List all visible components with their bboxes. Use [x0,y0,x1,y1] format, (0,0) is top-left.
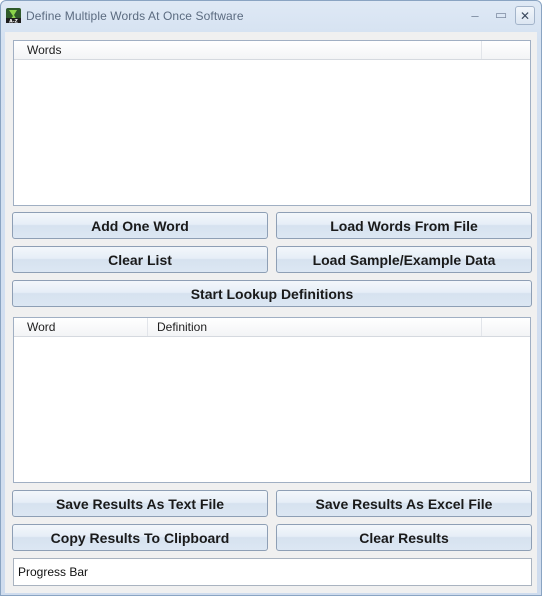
results-list[interactable]: Word Definition [13,317,531,483]
maximize-button[interactable]: ▭ [490,5,512,25]
progress-bar-label: Progress Bar [18,565,89,579]
column-header-words[interactable]: Words [14,41,482,59]
app-window: A-Z Define Multiple Words At Once Softwa… [0,0,542,596]
add-one-word-button[interactable]: Add One Word [12,212,268,239]
minimize-icon: – [471,7,479,23]
results-list-header: Word Definition [14,318,530,337]
minimize-button[interactable]: – [464,5,486,25]
title-bar[interactable]: A-Z Define Multiple Words At Once Softwa… [1,1,541,32]
words-list[interactable]: Words [13,40,531,206]
load-words-from-file-button[interactable]: Load Words From File [276,212,532,239]
clear-list-button[interactable]: Clear List [12,246,268,273]
clear-results-button[interactable]: Clear Results [276,524,532,551]
client-area: Words Add One Word Load Words From File … [5,32,537,593]
words-list-header: Words [14,41,530,60]
close-button[interactable]: ✕ [515,6,535,25]
window-title: Define Multiple Words At Once Software [26,9,244,23]
column-header-definition[interactable]: Definition [148,318,482,336]
load-sample-data-button[interactable]: Load Sample/Example Data [276,246,532,273]
save-results-text-button[interactable]: Save Results As Text File [12,490,268,517]
start-lookup-button[interactable]: Start Lookup Definitions [12,280,532,307]
close-icon: ✕ [519,8,531,23]
progress-bar: Progress Bar [13,558,532,586]
app-icon: A-Z [6,8,21,24]
save-results-excel-button[interactable]: Save Results As Excel File [276,490,532,517]
column-header-word[interactable]: Word [14,318,148,336]
copy-results-clipboard-button[interactable]: Copy Results To Clipboard [12,524,268,551]
maximize-icon: ▭ [494,7,508,22]
svg-text:A-Z: A-Z [9,18,18,24]
